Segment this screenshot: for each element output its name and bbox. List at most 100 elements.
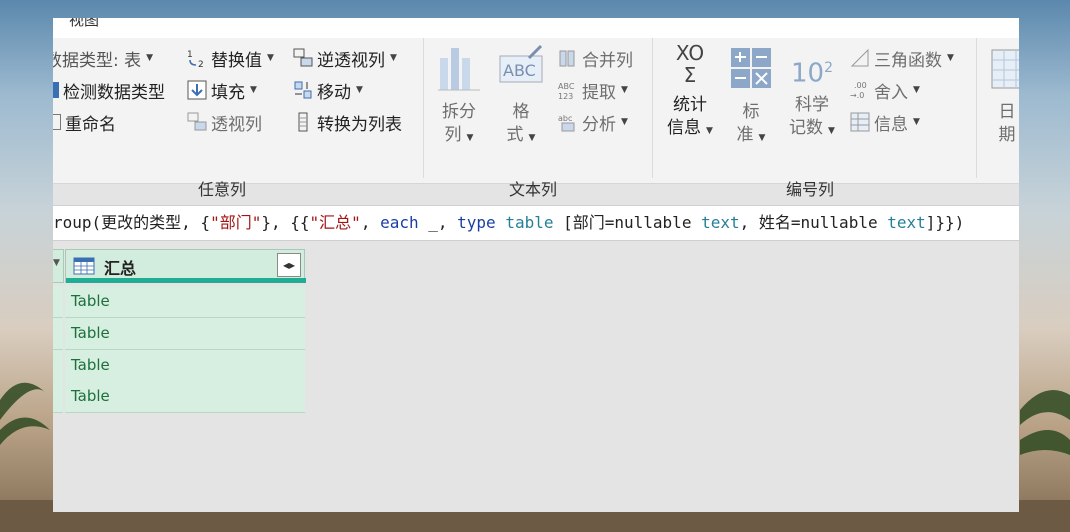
formula-part: , 姓名=nullable <box>739 213 888 232</box>
chevron-down-icon: ▼ <box>947 53 954 63</box>
table-row[interactable]: Table <box>65 286 305 318</box>
table-cell-link[interactable]: Table <box>71 324 110 342</box>
ribbon: 数据类型: 表 ▼ 检测数据类型 重命名 12 替换值 ▼ 填充 ▼ 透视列 逆透视列… <box>53 38 1019 199</box>
formula-part: ]}}) <box>925 213 965 232</box>
formula-type: table <box>505 213 554 232</box>
table-icon <box>73 257 95 275</box>
svg-text:.00: .00 <box>854 81 867 90</box>
formula-part: [部门=nullable <box>553 213 702 232</box>
merge-columns-button[interactable]: 合并列 <box>558 45 633 71</box>
date-button[interactable]: 日 期 <box>987 42 1019 147</box>
previous-column-header[interactable]: ▼ <box>53 249 64 283</box>
pivot-column-button[interactable]: 透视列 <box>187 109 262 135</box>
detect-type-icon <box>53 82 59 98</box>
merge-columns-label: 合并列 <box>582 50 633 71</box>
date-line1: 日 <box>998 102 1016 122</box>
standard-line2: 准 <box>736 125 754 145</box>
standard-button[interactable]: 标 准 ▼ <box>725 42 777 150</box>
fill-label: 填充 <box>211 82 245 103</box>
rounding-button[interactable]: .00 →.0 舍入 ▼ <box>850 77 920 103</box>
merge-columns-icon <box>559 50 575 67</box>
extract-button[interactable]: ABC 123 提取 ▼ <box>558 77 628 103</box>
move-icon <box>294 81 312 99</box>
column-quality-bar <box>66 278 306 283</box>
split-column-line2: 列 <box>444 125 462 145</box>
rounding-icon: .00→.0 <box>850 81 867 100</box>
table-row[interactable]: Table <box>65 381 305 413</box>
svg-text:1: 1 <box>187 50 193 60</box>
formula-keyword: each <box>380 213 419 232</box>
svg-text:2: 2 <box>198 60 204 68</box>
table-cell-link[interactable]: Table <box>71 292 110 310</box>
trigonometry-button[interactable]: 三角函数 ▼ <box>850 45 954 71</box>
calendar-icon <box>991 49 1019 89</box>
trigonometry-label: 三角函数 <box>874 50 942 71</box>
standard-operators-icon <box>731 48 771 88</box>
convert-to-list-button[interactable]: 转换为列表 <box>293 109 402 135</box>
replace-values-label: 替换值 <box>211 50 262 71</box>
formula-part: _, <box>418 213 458 232</box>
chevron-down-icon: ▼ <box>267 53 274 63</box>
statistics-button[interactable]: XO Σ 统计 信息 ▼ <box>661 42 719 143</box>
formula-part <box>496 213 506 232</box>
formula-keyword: type <box>457 213 496 232</box>
group-label-any-column: 任意列 <box>198 180 247 199</box>
group-separator <box>423 38 424 178</box>
table-row[interactable]: Table <box>65 350 305 382</box>
split-column-icon <box>438 48 480 91</box>
unpivot-columns-button[interactable]: 逆透视列 ▼ <box>293 45 397 71</box>
format-line2: 式 <box>506 125 524 145</box>
parse-label: 分析 <box>582 114 616 135</box>
information-button[interactable]: 信息 ▼ <box>850 109 920 135</box>
chevron-down-icon: ▼ <box>528 133 536 143</box>
parse-icon: abc <box>558 114 575 132</box>
row-stub <box>53 381 63 413</box>
row-stub <box>53 286 63 318</box>
scientific-button[interactable]: 102 科学 记数 ▼ <box>783 42 841 143</box>
chevron-down-icon: ▼ <box>390 53 397 63</box>
chevron-down-icon: ▼ <box>621 85 628 95</box>
table-cell-link[interactable]: Table <box>71 356 110 374</box>
table-cell-link[interactable]: Table <box>71 387 110 405</box>
chevron-down-icon: ▼ <box>146 53 154 63</box>
statistics-line1: 统计 <box>673 95 707 115</box>
unpivot-columns-label: 逆透视列 <box>317 50 385 71</box>
formula-string: "部门" <box>210 213 262 232</box>
svg-text:abc: abc <box>558 114 572 123</box>
column-header-summary[interactable]: 汇总 ◂▸ <box>65 249 306 283</box>
formula-type: text <box>701 213 740 232</box>
detect-type-button[interactable]: 检测数据类型 <box>53 77 165 103</box>
extract-label: 提取 <box>582 82 616 103</box>
fill-button[interactable]: 填充 ▼ <box>187 77 257 103</box>
unpivot-columns-icon <box>293 48 313 67</box>
formula-text: roup(更改的类型, {"部门"}, {{"汇总", each _, type… <box>53 213 964 232</box>
parse-button[interactable]: abc 分析 ▼ <box>558 109 628 135</box>
chevron-down-icon: ▼ <box>250 85 257 95</box>
rename-button[interactable]: 重命名 <box>53 109 116 135</box>
svg-text:ABC: ABC <box>558 82 575 91</box>
formula-part: }, {{ <box>261 213 310 232</box>
chevron-down-icon: ▼ <box>466 133 474 143</box>
svg-text:123: 123 <box>558 92 573 100</box>
standard-line1: 标 <box>742 102 760 122</box>
rename-label: 重命名 <box>65 114 116 135</box>
chevron-down-icon: ▼ <box>758 133 766 143</box>
scientific-line2: 记数 <box>789 118 824 138</box>
formula-bar[interactable]: roup(更改的类型, {"部门"}, {{"汇总", each _, type… <box>53 205 1019 241</box>
sigma-icon: XO Σ <box>661 42 719 94</box>
expand-column-button[interactable]: ◂▸ <box>277 253 301 277</box>
data-type-button[interactable]: 数据类型: 表 ▼ <box>53 45 153 71</box>
move-label: 移动 <box>317 82 351 103</box>
table-row[interactable]: Table <box>65 318 305 350</box>
split-column-button[interactable]: 拆分 列 ▼ <box>433 42 485 150</box>
move-button[interactable]: 移动 ▼ <box>293 77 363 103</box>
format-line1: 格 <box>512 102 530 122</box>
date-line2: 期 <box>998 125 1016 145</box>
chevron-down-icon: ▼ <box>621 117 628 127</box>
format-button[interactable]: ABC 格 式 ▼ <box>495 42 547 150</box>
replace-values-button[interactable]: 12 替换值 ▼ <box>187 45 274 71</box>
extract-icon: ABC123 <box>558 82 575 100</box>
split-column-line1: 拆分 <box>442 102 476 122</box>
tab-view[interactable]: 视图 <box>69 18 99 30</box>
group-separator <box>652 38 653 178</box>
